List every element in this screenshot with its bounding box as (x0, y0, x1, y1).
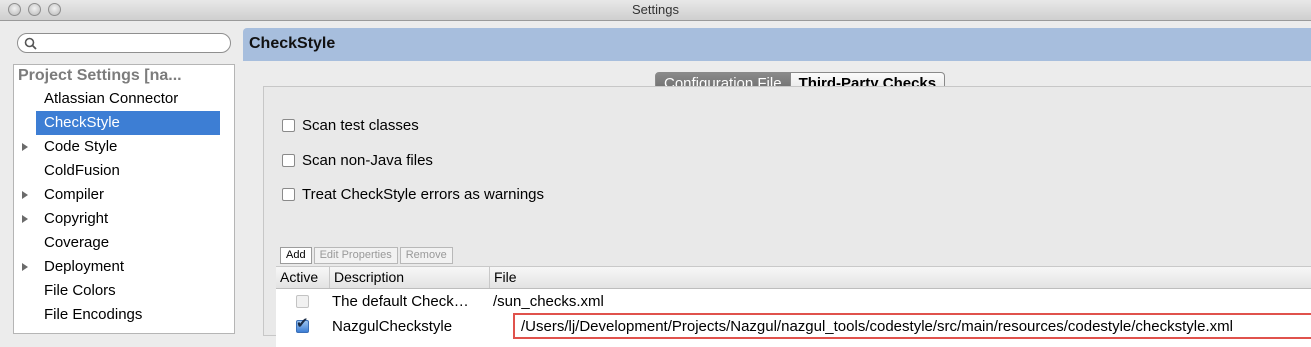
sidebar-item-label: CheckStyle (44, 114, 120, 131)
scan-non-java-files-label: Scan non-Java files (302, 151, 433, 169)
treat-errors-as-warnings-checkbox[interactable] (282, 187, 295, 201)
expand-arrow-icon[interactable] (22, 215, 28, 223)
edit-properties-button[interactable]: Edit Properties (313, 247, 398, 264)
sidebar-item-label: Compiler (44, 186, 105, 203)
option-scan-non-java-files[interactable]: Scan non-Java files (282, 150, 433, 170)
row-file: /sun_checks.xml (493, 293, 604, 310)
sidebar-item-deployment[interactable]: Deployment (22, 255, 220, 279)
column-header-file[interactable]: File (490, 267, 1311, 288)
sidebar-item-checkstyle[interactable]: CheckStyle (36, 111, 220, 135)
sidebar-item-label: File Colors (44, 282, 116, 299)
expand-arrow-icon[interactable] (22, 191, 28, 199)
expand-arrow-icon[interactable] (22, 263, 28, 271)
table-row[interactable]: The default Check… /sun_checks.xml (276, 289, 1311, 314)
option-scan-test-classes[interactable]: Scan test classes (282, 115, 419, 135)
row-active-checkbox[interactable] (296, 295, 309, 308)
row-file: /Users/lj/Development/Projects/Nazgul/na… (521, 318, 1233, 335)
main-panel: CheckStyle Configuration File Third-Part… (243, 28, 1311, 347)
sidebar-item-file-colors[interactable]: File Colors (36, 279, 220, 303)
sidebar-item-label: Coverage (44, 234, 110, 251)
sidebar-item-coldfusion[interactable]: ColdFusion (36, 159, 220, 183)
search-icon (24, 37, 37, 50)
page-header: CheckStyle (243, 28, 1311, 61)
sidebar-item-label: File Encodings (44, 306, 143, 323)
sidebar-item-label: Code Style (44, 138, 118, 155)
column-header-active[interactable]: Active (276, 267, 330, 288)
title-bar: Settings (0, 0, 1311, 21)
configuration-content: Scan test classes Scan non-Java files Tr… (263, 86, 1311, 347)
sidebar-item-label: Atlassian Connector (44, 90, 179, 107)
sidebar-item-atlassian-connector[interactable]: Atlassian Connector (36, 87, 220, 111)
checkmark-icon: ✔ (296, 315, 309, 332)
sidebar-item-label: ColdFusion (44, 162, 120, 179)
search-input[interactable] (40, 35, 224, 53)
page-title: CheckStyle (249, 35, 336, 52)
table-row[interactable]: ✔ NazgulCheckstyle /Users/lj/Development… (276, 313, 1311, 339)
row-description: NazgulCheckstyle (332, 318, 453, 335)
add-button[interactable]: Add (280, 247, 312, 264)
sidebar-item-coverage[interactable]: Coverage (36, 231, 220, 255)
window-title: Settings (632, 2, 679, 17)
settings-tree[interactable]: Project Settings [na... Atlassian Connec… (13, 64, 235, 334)
sidebar-item-label: Deployment (44, 258, 125, 275)
treat-errors-as-warnings-label: Treat CheckStyle errors as warnings (302, 185, 545, 203)
project-settings-header: Project Settings [na... (18, 67, 182, 84)
scan-test-classes-checkbox[interactable] (282, 118, 295, 132)
sidebar-item-compiler[interactable]: Compiler (22, 183, 220, 207)
configurations-table: Active Description File The default Chec… (276, 266, 1311, 347)
search-field[interactable] (17, 33, 231, 53)
settings-sidebar: Project Settings [na... Atlassian Connec… (0, 21, 240, 334)
scan-test-classes-label: Scan test classes (302, 116, 419, 134)
scan-non-java-files-checkbox[interactable] (282, 153, 295, 167)
option-treat-errors-as-warnings[interactable]: Treat CheckStyle errors as warnings (282, 184, 544, 204)
row-description: The default Check… (332, 293, 469, 310)
table-toolbar: Add Edit Properties Remove (280, 247, 453, 264)
expand-arrow-icon[interactable] (22, 143, 28, 151)
sidebar-item-copyright[interactable]: Copyright (22, 207, 220, 231)
sidebar-item-label: Copyright (44, 210, 109, 227)
sidebar-item-file-encodings[interactable]: File Encodings (36, 303, 220, 327)
sidebar-item-code-style[interactable]: Code Style (22, 135, 220, 159)
row-active-checkbox[interactable]: ✔ (296, 316, 309, 333)
table-header: Active Description File (276, 267, 1311, 289)
remove-button[interactable]: Remove (399, 247, 453, 264)
column-header-description[interactable]: Description (330, 267, 490, 288)
